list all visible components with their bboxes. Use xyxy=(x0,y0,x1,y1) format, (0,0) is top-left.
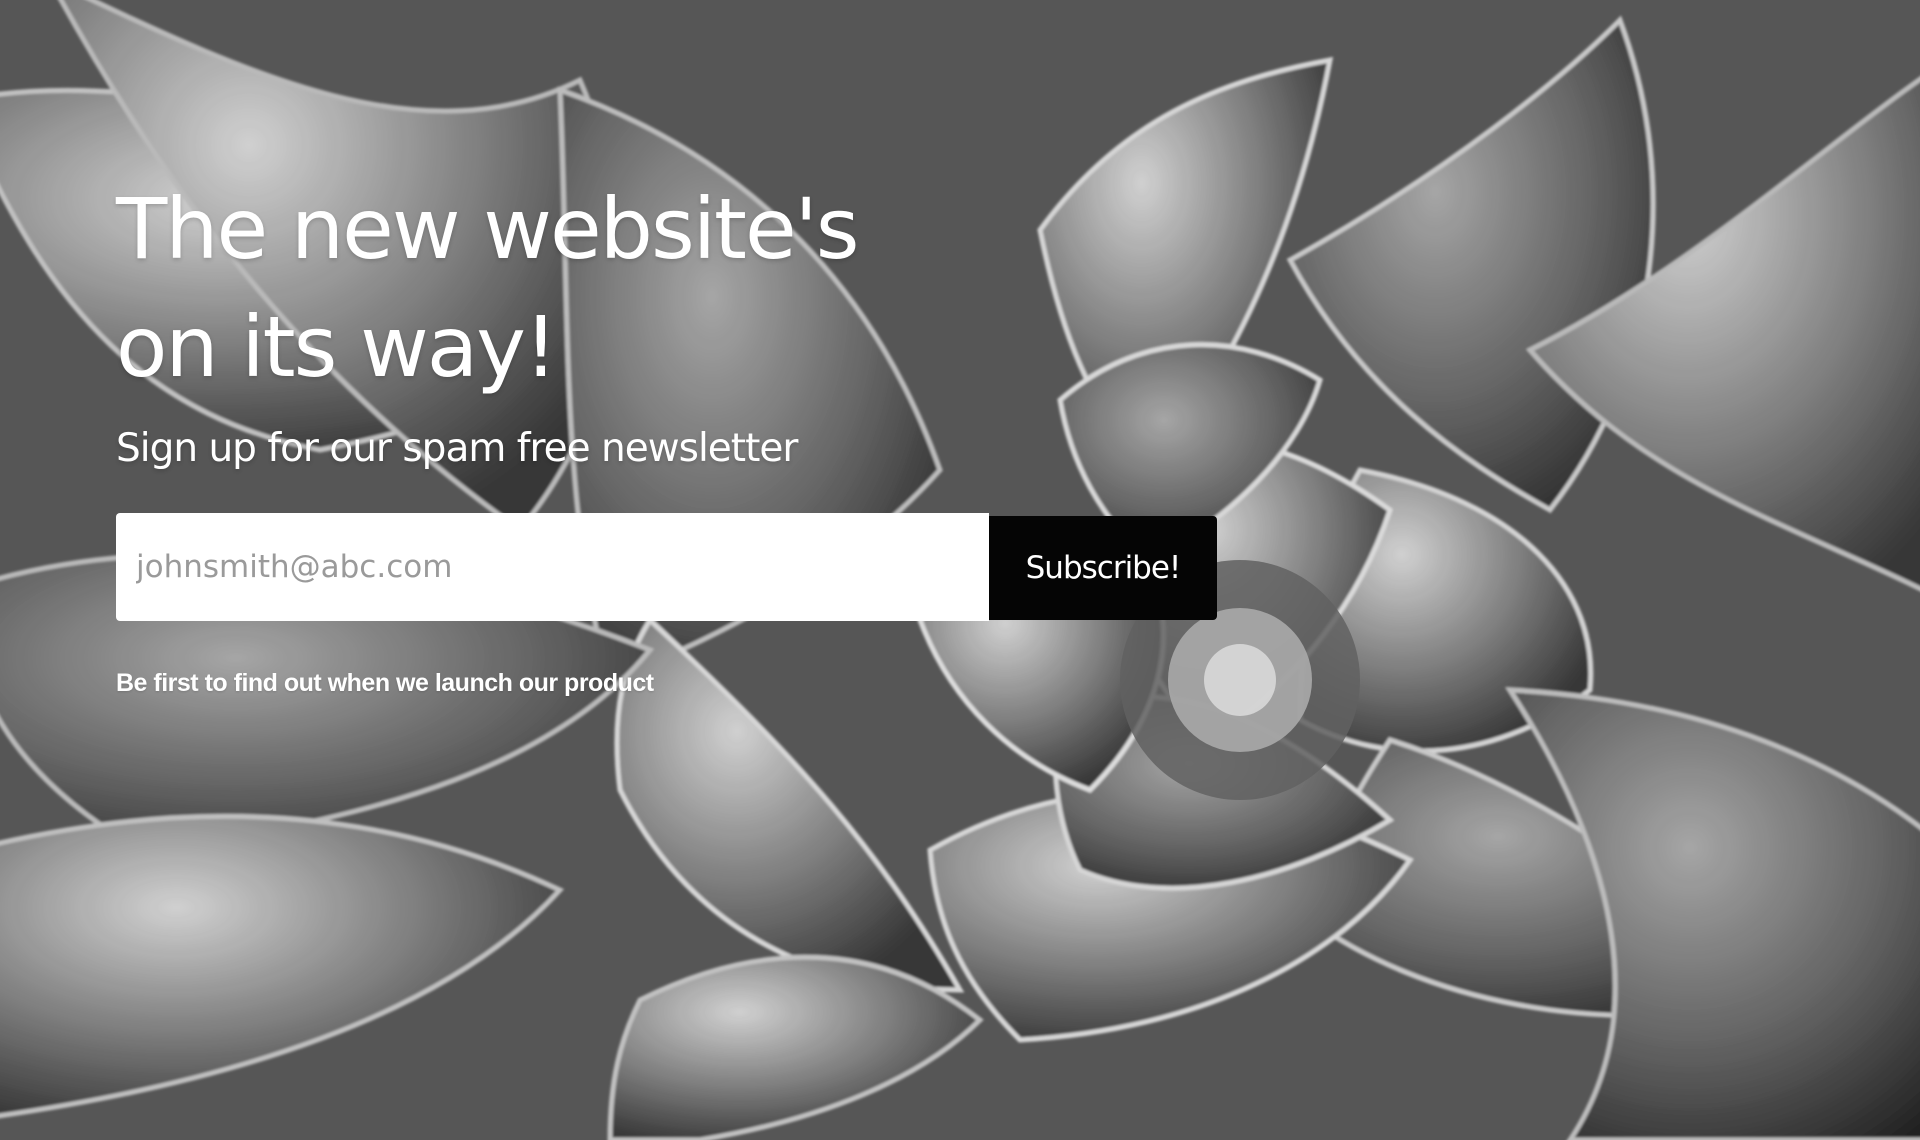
newsletter-subheading: Sign up for our spam free newsletter xyxy=(116,426,798,471)
headline-line-2: on its way! xyxy=(116,298,558,396)
email-input[interactable] xyxy=(116,513,989,621)
page-title: The new website's on its way! xyxy=(116,170,1316,406)
launch-notice-text: Be first to find out when we launch our … xyxy=(116,669,654,697)
newsletter-signup-form: Subscribe! xyxy=(116,513,1316,621)
subscribe-button[interactable]: Subscribe! xyxy=(989,516,1217,620)
coming-soon-content: The new website's on its way! Sign up fo… xyxy=(116,170,1316,697)
headline-line-1: The new website's xyxy=(116,180,860,278)
